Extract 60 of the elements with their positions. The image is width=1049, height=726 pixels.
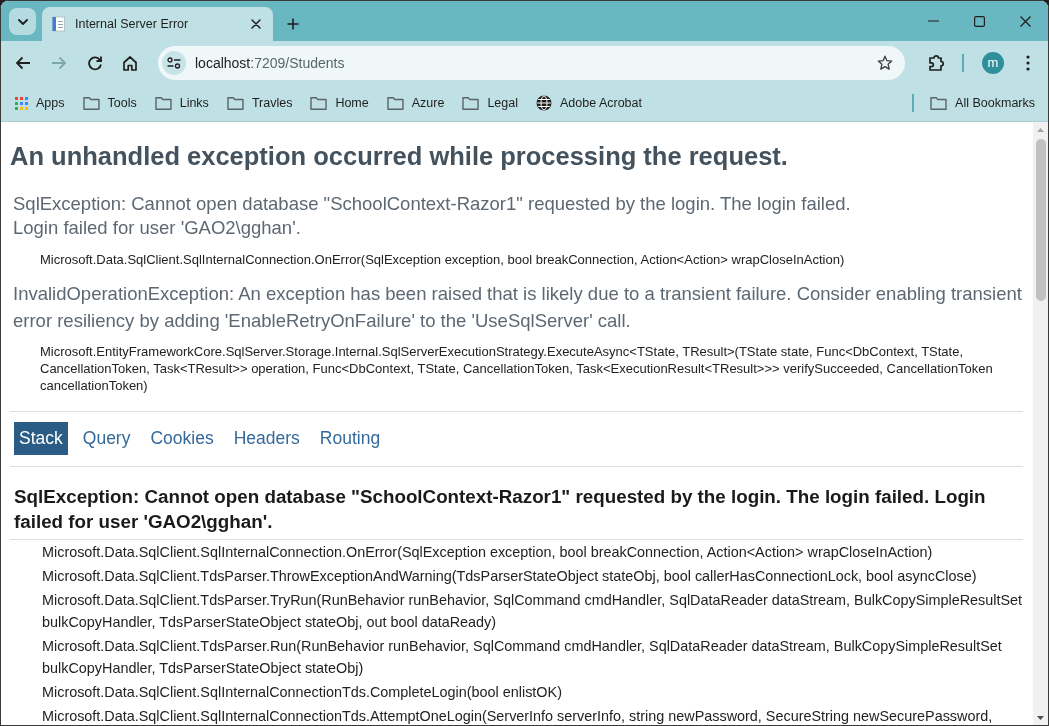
reload-icon — [87, 55, 103, 71]
exception-message: InvalidOperationException: An exception has been raised that is likely due to a transient failure. Consider enabling transient error resiliency by adding 'EnableRetryOnFailure' to the 'UseSqlServer' call. — [12, 282, 1023, 333]
stack-frame: Microsoft.Data.SqlClient.TdsParser.Run(RunBehavior runBehavior, SqlCommand cmdHandler, SqlDataReader dataStream, BulkCopySimpleResultSet bulkCopyHandler, TdsParserStateObject stateObj) — [42, 635, 1023, 679]
address-bar[interactable]: localhost:7209/Students — [158, 46, 905, 80]
caret-up-icon — [1037, 127, 1044, 132]
tab-close-button[interactable] — [248, 16, 264, 32]
bookmark-button[interactable]: Tools — [74, 89, 145, 117]
caret-down-icon — [1037, 715, 1044, 720]
stack-frame: Microsoft.Data.SqlClient.SqlInternalConnection.OnError(SqlException exception, bool breakConnection, Action<Action> wrapCloseInAction) — [42, 541, 1023, 563]
plus-icon — [287, 18, 299, 30]
minimize-icon — [927, 20, 939, 22]
close-icon — [251, 19, 261, 29]
folder-icon — [226, 96, 244, 110]
more-vertical-icon — [1026, 55, 1030, 71]
tab[interactable]: Cookies — [145, 422, 219, 455]
tab[interactable]: Headers — [228, 422, 305, 455]
puzzle-icon — [928, 54, 946, 72]
folder-icon — [310, 96, 328, 110]
document-icon — [51, 16, 67, 32]
exception-message: SqlException: Cannot open database "SchoolContext-Razor1" requested by the login. The login failed. Login failed for user 'GAO2\gghan'. — [12, 192, 852, 240]
folder-icon — [462, 96, 480, 110]
chevron-down-icon — [17, 18, 28, 25]
folder-icon — [154, 96, 172, 110]
bookmark-button[interactable]: Azure — [378, 89, 453, 117]
forward-arrow-icon — [51, 56, 67, 70]
stack-frame: Microsoft.Data.SqlClient.TdsParser.ThrowExceptionAndWarning(TdsParserStateObject stateObj, bool callerHasConnectionLock, bool asyncClose) — [42, 565, 1023, 587]
home-icon — [122, 55, 138, 71]
bookmark-button[interactable]: Travles — [218, 89, 301, 117]
site-info-button[interactable] — [162, 51, 186, 75]
profile-button[interactable]: m — [982, 52, 1004, 74]
all-bookmarks-button[interactable]: All Bookmarks — [922, 89, 1043, 117]
tab[interactable]: Routing — [314, 422, 386, 455]
tab[interactable]: Query — [77, 422, 136, 455]
tab[interactable]: Stack — [14, 422, 68, 455]
maximize-icon — [973, 15, 985, 27]
bookmark-button[interactable]: Adobe Acrobat — [528, 89, 650, 117]
bookmark-button[interactable]: Apps — [7, 89, 73, 117]
close-icon — [1019, 15, 1031, 27]
exception-location: Microsoft.EntityFrameworkCore.SqlServer.Storage.Internal.SqlServerExecutionStrategy.ExecuteAsync<TState, TResult>(TState state, Func<DbContext, TState, CancellationToken, Task<TResult>> operation, Func<DbContext, TState, CancellationToken, Task<ExecutionResult<TResult>>> verifySucceeded, CancellationToken cancellationToken) — [40, 343, 994, 394]
tune-icon — [167, 57, 181, 69]
page-title: An unhandled exception occurred while processing the request. — [10, 141, 789, 172]
stack-frame: Microsoft.Data.SqlClient.SqlInternalConnectionTds.CompleteLogin(bool enlistOK) — [42, 681, 1023, 703]
folder-icon — [82, 96, 100, 110]
browser-tab[interactable]: Internal Server Error — [42, 7, 273, 41]
stack-frame: Microsoft.Data.SqlClient.TdsParser.TryRun(RunBehavior runBehavior, SqlCommand cmdHandler, SqlDataReader dataStream, BulkCopySimpleResultSet bulkCopyHandler, TdsParserStateObject stateObj, out bool dataReady) — [42, 589, 1023, 633]
bookmark-button[interactable]: Legal — [454, 89, 526, 117]
star-icon — [877, 55, 893, 71]
globe-icon — [536, 95, 552, 111]
tab-search-button[interactable] — [9, 8, 36, 35]
bookmark-button[interactable]: Links — [146, 89, 217, 117]
apps-grid-icon — [15, 96, 28, 110]
folder-icon — [386, 96, 404, 110]
back-arrow-icon — [15, 56, 31, 70]
scrollbar-thumb[interactable] — [1035, 139, 1046, 301]
exception-location: Microsoft.Data.SqlClient.SqlInternalConnection.OnError(SqlException exception, bool breakConnection, Action<Action> wrapCloseInAction) — [40, 251, 846, 268]
bookmark-button[interactable]: Home — [302, 89, 377, 117]
folder-icon — [930, 96, 948, 110]
error-heading: SqlException: Cannot open database "SchoolContext-Razor1" requested by the login. The login failed. Login failed for user 'GAO2\gghan'. — [13, 485, 987, 534]
stack-frame: Microsoft.Data.SqlClient.SqlInternalConnectionTds.AttemptOneLogin(ServerInfo serverInfo, string newPassword, SecureString newSecurePassword, — [42, 705, 1023, 725]
url-text: localhost:7209/Students — [195, 53, 346, 73]
